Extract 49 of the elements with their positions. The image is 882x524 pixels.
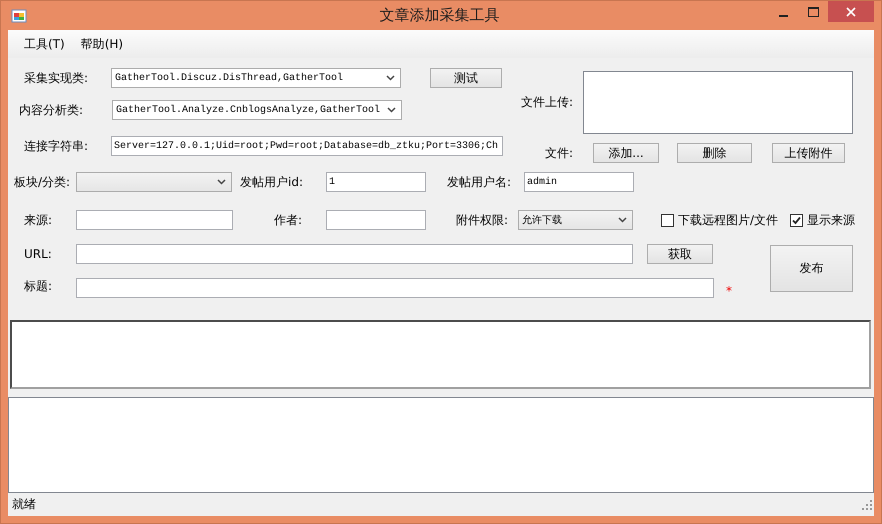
file-button[interactable]: 添加... — [593, 143, 659, 163]
input-field[interactable] — [76, 278, 714, 298]
required-mark: * — [726, 284, 732, 298]
checkbox[interactable] — [790, 214, 804, 226]
dropdown[interactable]: GatherTool.Analyze.CnblogsAnalyze,GatherTool — [112, 100, 402, 120]
minimize-icon — [778, 14, 788, 16]
file-button[interactable]: 上传附件 — [772, 143, 845, 163]
maximize-icon — [808, 6, 818, 16]
field-label: 作者: — [274, 212, 304, 228]
text-editor[interactable] — [8, 397, 874, 493]
input-field[interactable] — [76, 210, 233, 230]
input-field[interactable]: Server=127.0.0.1;Uid=root;Pwd=root;Database=db_ztku;Port=3306;Ch — [111, 136, 503, 156]
field-label: 内容分析类: — [19, 102, 84, 118]
dropdown[interactable]: GatherTool.Discuz.DisThread,GatherTool — [111, 68, 401, 88]
field-label: 发帖用户名: — [447, 174, 512, 190]
text-editor[interactable] — [10, 320, 871, 389]
dropdown[interactable] — [76, 172, 232, 192]
menu-item[interactable]: 工具(T) — [16, 34, 73, 54]
status-text: 就绪 — [12, 496, 36, 513]
field-label: URL: — [24, 247, 53, 261]
field-label: 来源: — [24, 212, 54, 228]
dropdown[interactable]: 允许下载 — [518, 210, 633, 230]
field-label: 发帖用户id: — [240, 174, 304, 190]
publish-button[interactable]: 发布 — [770, 245, 853, 292]
checkbox-label[interactable]: 显示来源 — [807, 212, 856, 228]
field-label: 板块/分类: — [14, 174, 72, 190]
input-field[interactable] — [326, 210, 426, 230]
checkbox-label[interactable]: 下载远程图片/文件 — [678, 212, 778, 228]
checkbox[interactable] — [661, 214, 674, 226]
resize-grip-icon — [862, 500, 872, 510]
menu-item[interactable]: 帮助(H) — [72, 34, 132, 54]
close-button[interactable] — [828, 1, 874, 22]
field-label: 采集实现类: — [24, 70, 90, 86]
fetch-button[interactable]: 获取 — [647, 244, 713, 264]
check-icon — [791, 214, 802, 226]
input-field[interactable]: 1 — [326, 172, 426, 192]
app-icon — [11, 8, 27, 24]
field-label: 连接字符串: — [24, 138, 90, 154]
close-icon — [846, 6, 856, 16]
field-label: 标题: — [24, 278, 54, 295]
field-label: 文件: — [545, 144, 574, 162]
file-button[interactable]: 删除 — [677, 143, 752, 163]
input-field[interactable] — [76, 244, 633, 264]
file-list[interactable] — [583, 71, 853, 134]
input-field[interactable]: admin — [524, 172, 634, 192]
window-title: 文章添加采集工具 — [378, 6, 500, 25]
test-button[interactable]: 测试 — [430, 68, 502, 88]
field-label: 附件权限: — [456, 212, 510, 228]
field-label: 文件上传: — [521, 94, 574, 111]
